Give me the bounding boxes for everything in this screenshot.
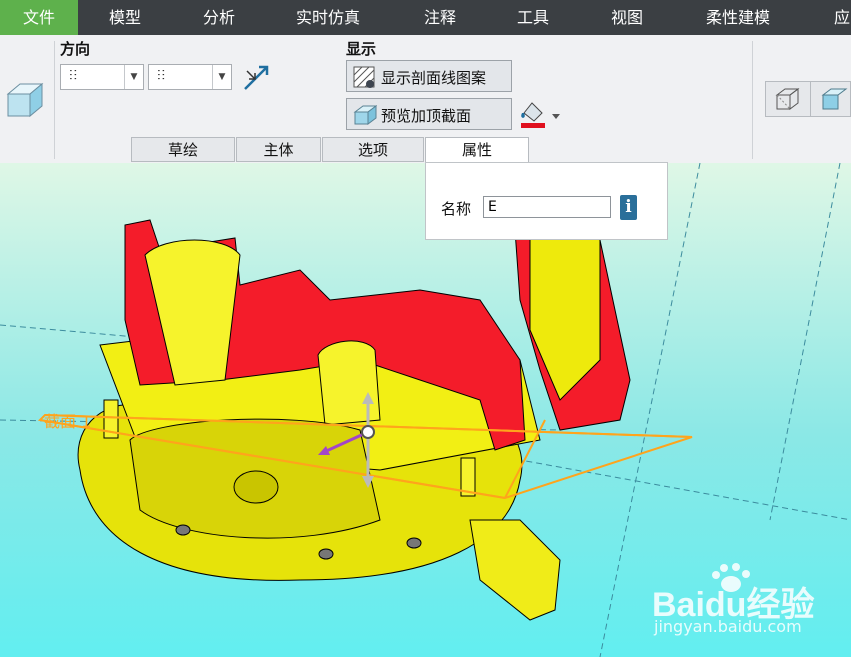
preview-capped-section-button[interactable]: 预览加顶截面: [346, 98, 512, 130]
name-input[interactable]: [483, 196, 611, 218]
tab-options[interactable]: 选项: [322, 137, 424, 162]
color-fill-dropdown[interactable]: [518, 99, 566, 129]
menu-annotate[interactable]: 注释: [408, 0, 472, 35]
direction-group-label: 方向: [60, 40, 91, 58]
show-hatch-pattern-button[interactable]: 显示剖面线图案: [346, 60, 512, 92]
chevron-down-icon: ▼: [124, 65, 143, 89]
tab-body[interactable]: 主体: [236, 137, 321, 162]
ribbon-divider: [54, 41, 55, 159]
section-label: 截面 1: [44, 412, 92, 431]
ribbon-divider: [752, 41, 753, 159]
tab-sketch[interactable]: 草绘: [131, 137, 235, 162]
menu-file[interactable]: 文件: [0, 0, 78, 35]
tab-properties[interactable]: 属性: [425, 137, 529, 162]
menu-bar: 文件 模型 分析 实时仿真 注释 工具 视图 柔性建模 应: [0, 0, 851, 35]
preview-capped-section-label: 预览加顶截面: [381, 107, 472, 125]
section-cube-icon[interactable]: [4, 80, 44, 118]
info-icon[interactable]: i: [620, 195, 637, 220]
capped-section-icon: [353, 105, 377, 125]
menu-applications[interactable]: 应: [822, 0, 851, 35]
hatch-pattern-icon: [353, 66, 375, 88]
watermark-url: jingyan.baidu.com: [654, 617, 802, 636]
show-hatch-pattern-label: 显示剖面线图案: [381, 69, 487, 87]
flip-direction-icon[interactable]: [241, 63, 271, 93]
wireframe-view-icon[interactable]: [774, 87, 800, 111]
menu-tools[interactable]: 工具: [500, 0, 566, 35]
direction-select-1[interactable]: ⫶⫶ ▼: [60, 64, 144, 90]
view-style-toolbar: [765, 81, 851, 117]
chevron-down-icon: ▼: [212, 65, 231, 89]
menu-live-simulation[interactable]: 实时仿真: [278, 0, 378, 35]
menu-analysis[interactable]: 分析: [186, 0, 252, 35]
menu-flexible-modeling[interactable]: 柔性建模: [690, 0, 786, 35]
chevron-down-icon: [552, 114, 560, 119]
direction-glyph: ⫶⫶: [69, 68, 78, 84]
shaded-view-icon[interactable]: [820, 87, 850, 111]
paint-bucket-icon: [521, 102, 545, 128]
name-label: 名称: [441, 200, 472, 218]
menu-model[interactable]: 模型: [92, 0, 158, 35]
direction-select-2[interactable]: ⫶⫶ ▼: [148, 64, 232, 90]
direction-glyph: ⫶⫶: [157, 68, 166, 84]
display-group-label: 显示: [346, 40, 377, 58]
menu-view[interactable]: 视图: [594, 0, 660, 35]
